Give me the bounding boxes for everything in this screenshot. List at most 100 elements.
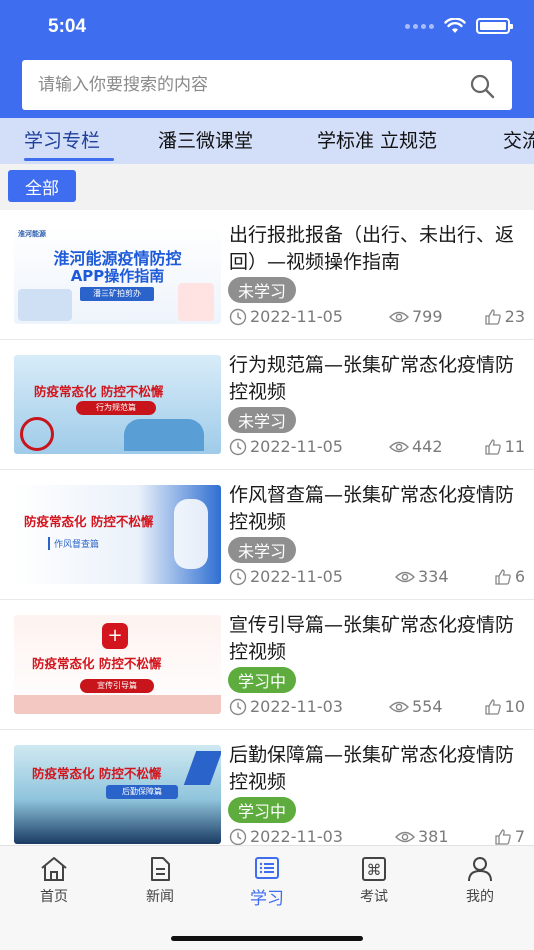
list-item[interactable]: 防疫常态化 防控不松懈 行为规范篇 行为规范篇—张集矿常态化疫情防控视频 未学习… <box>0 340 534 470</box>
nav-home[interactable]: 首页 <box>14 856 94 906</box>
item-likes[interactable]: 10 <box>484 697 525 716</box>
date-text: 2022-11-05 <box>250 437 343 456</box>
cellular-signal-icon <box>405 23 434 29</box>
video-thumbnail[interactable]: + 防疫常态化 防控不松懈 宣传引导篇 <box>14 615 221 714</box>
clock-icon <box>229 828 247 845</box>
thumbs-up-icon[interactable] <box>484 308 502 326</box>
tab-pansan-microclass[interactable]: 潘三微课堂 <box>158 126 253 153</box>
item-title[interactable]: 后勤保障篇—张集矿常态化疫情防控视频 <box>229 742 525 796</box>
eye-icon <box>395 571 415 582</box>
thumb-illustration <box>178 283 214 321</box>
date-text: 2022-11-03 <box>250 827 343 845</box>
nav-news[interactable]: 新闻 <box>120 856 200 906</box>
item-meta: 2022-11-03 554 10 <box>229 697 525 719</box>
item-title[interactable]: 作风督查篇—张集矿常态化疫情防控视频 <box>229 482 525 536</box>
thumb-logo: 淮河能源 <box>18 230 46 238</box>
filter-row: 全部 <box>0 164 534 210</box>
nav-label: 新闻 <box>146 889 174 905</box>
category-tabs: 学习专栏 潘三微课堂 学标准 立规范 交流 <box>0 118 534 164</box>
list-item[interactable]: 淮河能源 淮河能源疫情防控 APP操作指南 潘三矿拍剪办 出行报批报备（出行、未… <box>0 210 534 340</box>
status-badge: 学习中 <box>228 667 297 693</box>
item-date: 2022-11-03 <box>229 697 343 716</box>
status-icons <box>405 18 513 34</box>
thumb-illustration <box>124 419 204 451</box>
item-meta: 2022-11-05 334 6 <box>229 567 525 589</box>
clock-icon <box>229 438 247 455</box>
thumbs-up-icon[interactable] <box>494 568 512 586</box>
news-icon[interactable] <box>147 856 173 882</box>
status-time: 5:04 <box>48 16 87 37</box>
clock-icon <box>229 568 247 585</box>
status-badge: 学习中 <box>228 797 297 823</box>
video-thumbnail[interactable]: 防疫常态化 防控不松懈 后勤保障篇 <box>14 745 221 844</box>
clock-icon <box>229 308 247 325</box>
thumbs-up-icon[interactable] <box>484 438 502 456</box>
item-views: 442 <box>389 437 443 456</box>
list-item[interactable]: 防疫常态化 防控不松懈 作风督查篇 作风督查篇—张集矿常态化疫情防控视频 未学习… <box>0 470 534 600</box>
medical-cross-icon: + <box>102 623 128 649</box>
date-text: 2022-11-05 <box>250 307 343 326</box>
thumbs-up-icon[interactable] <box>484 698 502 716</box>
likes-count: 10 <box>504 697 525 716</box>
video-thumbnail[interactable]: 防疫常态化 防控不松懈 行为规范篇 <box>14 355 221 454</box>
profile-icon[interactable] <box>467 856 493 882</box>
thumbs-up-icon[interactable] <box>494 828 512 846</box>
thumb-tag: 后勤保障篇 <box>106 785 178 799</box>
search-input[interactable] <box>22 60 442 110</box>
tab-standards[interactable]: 学标准 立规范 <box>317 126 437 153</box>
item-meta: 2022-11-03 381 7 <box>229 827 525 845</box>
search-icon[interactable] <box>468 72 496 100</box>
video-thumbnail[interactable]: 防疫常态化 防控不松懈 作风督查篇 <box>14 485 221 584</box>
item-date: 2022-11-03 <box>229 827 343 845</box>
item-title[interactable]: 出行报批报备（出行、未出行、返回）—视频操作指南 <box>229 222 525 276</box>
nav-label: 首页 <box>40 889 68 905</box>
item-title[interactable]: 宣传引导篇—张集矿常态化疫情防控视频 <box>229 612 525 666</box>
clock-icon <box>229 698 247 715</box>
status-badge: 未学习 <box>228 537 297 563</box>
item-meta: 2022-11-05 799 23 <box>229 307 525 329</box>
nav-label: 我的 <box>466 889 494 905</box>
nav-study[interactable]: 学习 <box>227 856 307 909</box>
thumb-tag: 潘三矿拍剪办 <box>80 287 154 301</box>
wifi-icon <box>444 18 466 33</box>
item-likes[interactable]: 11 <box>484 437 525 456</box>
home-indicator[interactable] <box>171 936 363 941</box>
item-title[interactable]: 行为规范篇—张集矿常态化疫情防控视频 <box>229 352 525 406</box>
nav-label: 考试 <box>360 889 388 905</box>
likes-count: 11 <box>504 437 525 456</box>
bottom-nav: 首页 新闻 学习 ⌘ 考试 我的 <box>0 845 534 950</box>
status-badge: 未学习 <box>228 277 297 303</box>
battery-icon <box>476 18 513 34</box>
eye-icon <box>395 831 415 842</box>
exam-icon[interactable]: ⌘ <box>361 856 387 882</box>
views-count: 381 <box>418 827 449 845</box>
list-item[interactable]: 防疫常态化 防控不松懈 后勤保障篇 后勤保障篇—张集矿常态化疫情防控视频 学习中… <box>0 730 534 845</box>
thumb-illustration <box>14 695 221 714</box>
item-likes[interactable]: 6 <box>494 567 525 586</box>
filter-all-chip[interactable]: 全部 <box>8 170 76 202</box>
item-likes[interactable]: 23 <box>484 307 525 326</box>
thumb-illustration <box>18 289 72 321</box>
list-item[interactable]: + 防疫常态化 防控不松懈 宣传引导篇 宣传引导篇—张集矿常态化疫情防控视频 学… <box>0 600 534 730</box>
item-views: 554 <box>389 697 443 716</box>
thumb-tag: 宣传引导篇 <box>80 679 154 693</box>
thumb-illustration <box>183 751 221 785</box>
thumb-tag: 行为规范篇 <box>76 401 156 415</box>
home-icon[interactable] <box>39 856 69 882</box>
video-thumbnail[interactable]: 淮河能源 淮河能源疫情防控 APP操作指南 潘三矿拍剪办 <box>14 225 221 324</box>
views-count: 554 <box>412 697 443 716</box>
views-count: 334 <box>418 567 449 586</box>
nav-exam[interactable]: ⌘ 考试 <box>334 856 414 906</box>
item-date: 2022-11-05 <box>229 307 343 326</box>
svg-text:⌘: ⌘ <box>367 861 382 879</box>
eye-icon <box>389 311 409 322</box>
eye-icon <box>389 701 409 712</box>
item-date: 2022-11-05 <box>229 437 343 456</box>
item-likes[interactable]: 7 <box>494 827 525 845</box>
tab-study-column[interactable]: 学习专栏 <box>24 126 100 153</box>
search-bar[interactable] <box>22 60 512 110</box>
tab-exchange[interactable]: 交流 <box>503 126 534 153</box>
nav-profile[interactable]: 我的 <box>440 856 520 906</box>
thumb-illustration <box>174 499 208 569</box>
study-icon[interactable] <box>254 856 280 880</box>
